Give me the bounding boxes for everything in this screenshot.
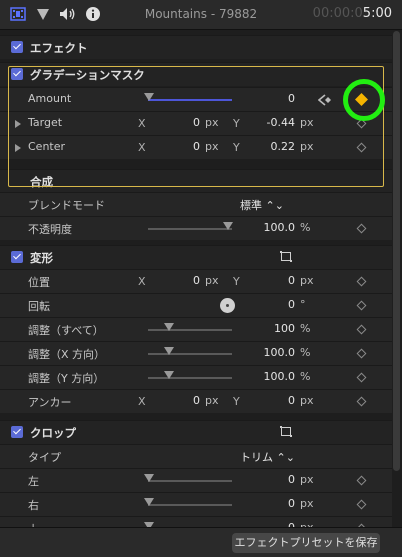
blend-mode-row: ブレンドモード 標準 ⌃⌄: [0, 192, 392, 216]
crop-right-value[interactable]: 0: [250, 497, 295, 510]
scale-x-value[interactable]: 100.0: [250, 346, 296, 359]
crop-left-unit: px: [300, 473, 314, 486]
scale-x-slider-track[interactable]: [148, 353, 232, 355]
opacity-label: 不透明度: [28, 223, 72, 236]
scale-y-keyframe-icon[interactable]: [356, 372, 367, 383]
scale-x-unit: %: [300, 346, 311, 359]
timecode: 00:00:05:00: [313, 6, 392, 21]
timecode-dim: 00:00:0: [312, 6, 363, 21]
position-label: 位置: [28, 276, 50, 289]
crop-right-label: 右: [28, 499, 39, 512]
crop-section[interactable]: クロップ: [0, 420, 392, 444]
crop-left-value[interactable]: 0: [250, 473, 295, 486]
scale-y-row: 調整（Y 方向） 100.0 %: [0, 365, 392, 389]
anchor-row: アンカー X 0 px Y 0 px: [0, 389, 392, 413]
opacity-value[interactable]: 100.0: [250, 221, 296, 234]
effects-label: エフェクト: [30, 41, 88, 55]
crop-left-label: 左: [28, 475, 39, 488]
scale-y-value[interactable]: 100.0: [250, 370, 296, 383]
inspector-scrollbar[interactable]: [393, 31, 400, 471]
crop-right-slider-track[interactable]: [148, 504, 232, 506]
opacity-keyframe-icon[interactable]: [356, 223, 367, 234]
crop-top-row: 上 0 px: [0, 516, 392, 527]
scale-all-label: 調整（すべて）: [28, 324, 104, 337]
scale-x-row: 調整（X 方向） 100.0 %: [0, 341, 392, 365]
crop-type-select[interactable]: トリム ⌃⌄: [240, 449, 310, 465]
crop-left-row: 左 0 px: [0, 468, 392, 492]
crop-left-slider-track[interactable]: [148, 480, 232, 482]
rotation-row: 回転 0 °: [0, 293, 392, 317]
scale-y-label: 調整（Y 方向）: [28, 372, 105, 385]
scale-all-value[interactable]: 100: [250, 322, 295, 335]
crop-right-slider-thumb[interactable]: [144, 498, 154, 506]
position-x-axis: X: [138, 275, 146, 288]
opacity-unit: %: [300, 221, 311, 234]
anchor-x-axis: X: [138, 395, 146, 408]
transform-section[interactable]: 変形: [0, 245, 392, 269]
scale-y-slider-thumb[interactable]: [164, 371, 174, 379]
anchor-x-value[interactable]: 0: [160, 394, 200, 407]
rotation-dial[interactable]: [220, 298, 235, 313]
scale-all-keyframe-icon[interactable]: [356, 324, 367, 335]
effects-checkbox[interactable]: [11, 41, 23, 53]
opacity-slider-thumb[interactable]: [223, 222, 233, 230]
opacity-row: 不透明度 100.0 %: [0, 216, 392, 240]
rotation-label: 回転: [28, 300, 50, 313]
inspector-header: Mountains - 79882 00:00:05:00: [0, 0, 402, 30]
scale-x-slider-thumb[interactable]: [164, 347, 174, 355]
scale-x-label: 調整（X 方向）: [28, 348, 106, 361]
position-keyframe-icon[interactable]: [356, 276, 367, 287]
scale-y-unit: %: [300, 370, 311, 383]
crop-left-slider-thumb[interactable]: [144, 474, 154, 482]
transform-label: 変形: [30, 251, 53, 265]
anchor-keyframe-icon[interactable]: [356, 396, 367, 407]
gradient-mask-selection-outline: [8, 66, 384, 187]
anchor-x-unit: px: [205, 394, 219, 407]
inspector-panel: エフェクト グラデーションマスク Amount 0 Target X 0 px …: [0, 31, 392, 527]
inspector-footer: エフェクトプリセットを保存: [0, 527, 402, 557]
anchor-y-axis: Y: [233, 395, 240, 408]
scale-all-slider-track[interactable]: [148, 329, 232, 331]
position-x-value[interactable]: 0: [160, 274, 200, 287]
crop-type-row: タイプ トリム ⌃⌄: [0, 444, 392, 468]
scale-all-row: 調整（すべて） 100 %: [0, 317, 392, 341]
crop-type-label: タイプ: [28, 451, 61, 464]
blend-mode-label: ブレンドモード: [28, 199, 105, 212]
scale-all-slider-thumb[interactable]: [164, 323, 174, 331]
highlight-ring: [343, 79, 385, 121]
transform-onscreen-icon[interactable]: [280, 251, 292, 262]
rotation-unit: °: [300, 298, 306, 311]
anchor-label: アンカー: [28, 396, 72, 409]
save-effects-preset-button[interactable]: エフェクトプリセットを保存: [232, 533, 380, 553]
position-x-unit: px: [205, 274, 219, 287]
position-y-value[interactable]: 0: [250, 274, 295, 287]
crop-right-row: 右 0 px: [0, 492, 392, 516]
crop-onscreen-icon[interactable]: [280, 426, 292, 437]
position-y-axis: Y: [233, 275, 240, 288]
transform-checkbox[interactable]: [11, 251, 23, 263]
crop-right-unit: px: [300, 497, 314, 510]
anchor-y-unit: px: [300, 394, 314, 407]
effects-section[interactable]: エフェクト: [0, 35, 392, 59]
scale-y-slider-track[interactable]: [148, 377, 232, 379]
scale-x-keyframe-icon[interactable]: [356, 348, 367, 359]
crop-label: クロップ: [30, 426, 76, 440]
position-y-unit: px: [300, 274, 314, 287]
crop-right-keyframe-icon[interactable]: [356, 499, 367, 510]
rotation-value[interactable]: 0: [250, 298, 295, 311]
timecode-bright: 5:00: [362, 6, 392, 21]
opacity-slider-track[interactable]: [148, 228, 232, 230]
position-row: 位置 X 0 px Y 0 px: [0, 269, 392, 293]
blend-mode-select[interactable]: 標準 ⌃⌄: [240, 197, 310, 213]
crop-left-keyframe-icon[interactable]: [356, 475, 367, 486]
rotation-keyframe-icon[interactable]: [356, 300, 367, 311]
crop-checkbox[interactable]: [11, 426, 23, 438]
anchor-y-value[interactable]: 0: [250, 394, 295, 407]
scale-all-unit: %: [300, 322, 311, 335]
